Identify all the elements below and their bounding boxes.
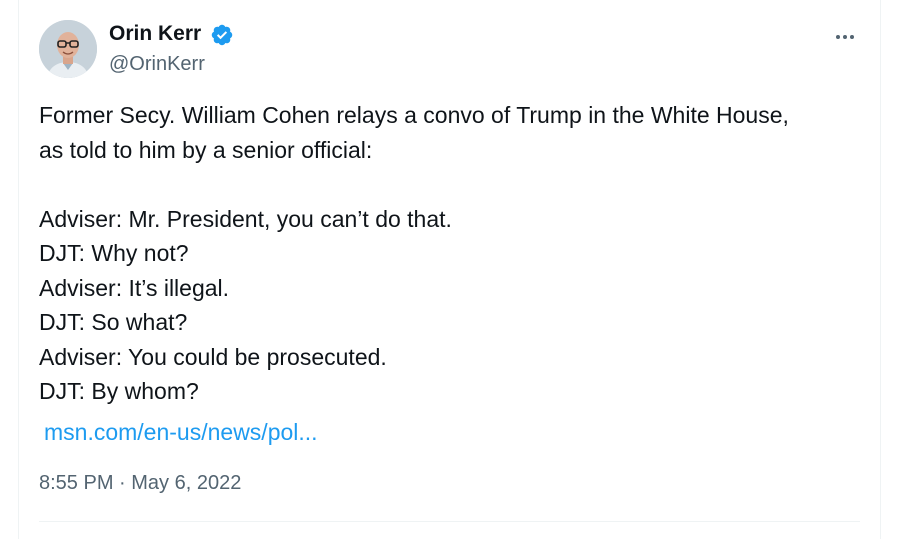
tweet-card: Orin Kerr @OrinKerr Former Secy. William…: [18, 0, 881, 539]
tweet-text: Former Secy. William Cohen relays a conv…: [39, 98, 869, 409]
tweet-timestamp[interactable]: 8:55 PM · May 6, 2022: [39, 472, 241, 495]
avatar[interactable]: [39, 20, 97, 78]
tweet-text-line: as told to him by a senior official:: [39, 136, 373, 163]
tweet-link[interactable]: msn.com/en-us/news/pol...: [44, 415, 318, 449]
author-name[interactable]: Orin Kerr: [109, 22, 201, 46]
author-handle[interactable]: @OrinKerr: [109, 53, 205, 76]
tweet-text-line: Adviser: You could be prosecuted.: [39, 343, 387, 370]
divider: [39, 521, 860, 522]
avatar-image: [39, 20, 97, 78]
tweet-text-line: Adviser: Mr. President, you can’t do tha…: [39, 205, 452, 232]
tweet-text-line: DJT: By whom?: [39, 378, 199, 404]
tweet-text-line: Former Secy. William Cohen relays a conv…: [39, 102, 789, 128]
tweet-text-line: DJT: Why not?: [39, 240, 189, 266]
verified-badge-icon[interactable]: [210, 23, 234, 47]
more-options-icon: [835, 26, 856, 44]
tweet-text-line: Adviser: It’s illegal.: [39, 274, 230, 301]
tweet-text-line: DJT: So what?: [39, 309, 188, 335]
more-options-button[interactable]: [827, 20, 863, 50]
